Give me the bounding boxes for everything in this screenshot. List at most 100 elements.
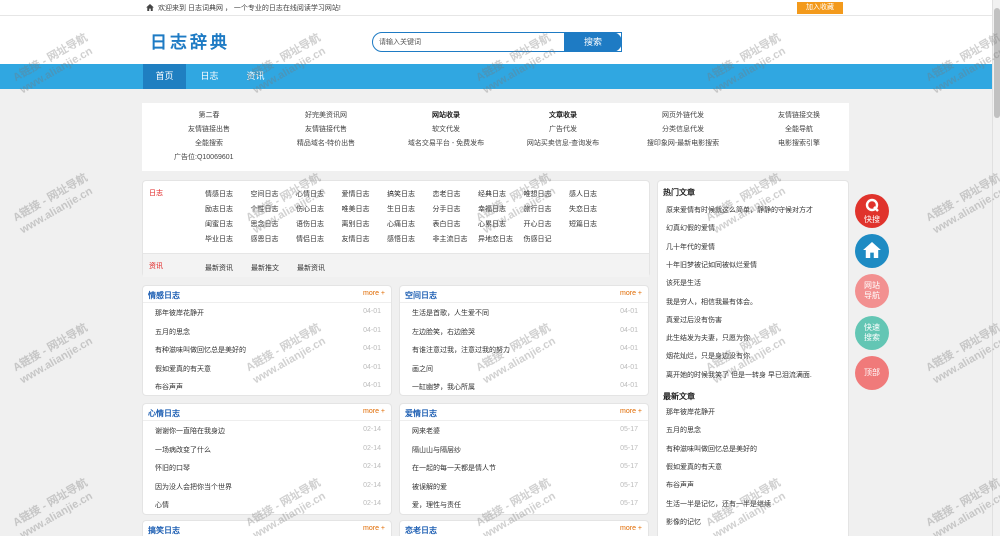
friend-link[interactable]: 网站买卖信息-查询发布 [527,138,599,148]
news-link[interactable]: 最新资讯 [297,263,325,273]
category-link[interactable]: 个性日志 [251,204,279,214]
friend-link[interactable]: 软文代发 [432,124,460,134]
box-title[interactable]: 空间日志 [405,290,437,301]
article-link[interactable]: 那年彼岸花静开 [155,310,204,317]
category-link[interactable]: 失恋日志 [569,204,597,214]
more-link[interactable]: more + [620,408,642,415]
nav-item-2[interactable]: 资讯 [233,64,278,89]
friend-link[interactable]: 精品域名-特价出售 [297,138,355,148]
friend-link[interactable]: 第二春 [199,110,220,120]
category-link[interactable]: 伤心日志 [296,204,324,214]
new-article-link[interactable]: 生活一半是记忆，还有一半是继续 [666,499,846,509]
hot-article-link[interactable]: 离开她的时候我笑了 但是一转身 早已泪流满面. [666,370,846,380]
category-link[interactable]: 伤感日记 [524,234,552,244]
float-button-0[interactable]: 快搜 [855,194,889,228]
article-link[interactable]: 布谷声声 [155,384,183,391]
article-link[interactable]: 一场病改变了什么 [155,447,211,454]
more-link[interactable]: more + [363,290,385,297]
category-link[interactable]: 语伤日志 [296,219,324,229]
article-link[interactable]: 左边脸笑，右边脸哭 [412,329,475,336]
more-link[interactable]: more + [363,408,385,415]
friend-link[interactable]: 广告位:Q10069601 [174,152,234,162]
category-link[interactable]: 爱情日志 [342,189,370,199]
category-link[interactable]: 唯想日志 [524,189,552,199]
category-link[interactable]: 空间日志 [251,189,279,199]
article-link[interactable]: 网来老婆 [412,428,440,435]
friend-link[interactable]: 文章收录 [549,110,577,120]
category-link[interactable]: 异地恋日志 [478,234,513,244]
article-link[interactable]: 怀旧的口琴 [155,465,190,472]
news-link[interactable]: 最新资讯 [205,263,233,273]
article-link[interactable]: 一缸幽梦，我心所属 [412,384,475,391]
category-link[interactable]: 离别日志 [342,219,370,229]
box-title[interactable]: 恋老日志 [405,525,437,536]
article-link[interactable]: 假如爱真的有天意 [155,366,211,373]
search-input[interactable] [379,36,559,49]
friend-link[interactable]: 全能导航 [785,124,813,134]
float-button-4[interactable]: 顶部 [855,356,889,390]
article-link[interactable]: 被误解的爱 [412,484,447,491]
friend-link[interactable]: 好完美资讯网 [305,110,347,120]
category-link[interactable]: 闺蜜日志 [205,219,233,229]
new-article-link[interactable]: 布谷声声 [666,480,846,490]
new-article-link[interactable]: 那年彼岸花静开 [666,407,846,417]
category-link[interactable]: 心痛日志 [387,219,415,229]
category-link[interactable]: 开心日志 [524,219,552,229]
more-link[interactable]: more + [620,290,642,297]
article-link[interactable]: 隔山山与隔层纱 [412,447,461,454]
category-link[interactable]: 非主流日志 [433,234,468,244]
category-link[interactable]: 情侣日志 [296,234,324,244]
hot-article-link[interactable]: 原来爱情有时候就这么简单，静静的守候对方才 [666,205,846,215]
category-link[interactable]: 励志日志 [205,204,233,214]
friend-link[interactable]: 广告代发 [549,124,577,134]
friend-link[interactable]: 网页外链代发 [662,110,704,120]
nav-item-1[interactable]: 日志 [188,64,231,89]
category-link[interactable]: 生日日志 [387,204,415,214]
category-link[interactable]: 情感日志 [205,189,233,199]
category-link[interactable]: 心累日志 [478,219,506,229]
hot-article-link[interactable]: 该死是生活 [666,278,846,288]
box-title[interactable]: 情感日志 [148,290,180,301]
category-link[interactable]: 旅行日志 [524,204,552,214]
scrollbar[interactable] [992,0,1000,536]
friend-link[interactable]: 搜印象网-最新电影搜索 [647,138,719,148]
category-link[interactable]: 心情日志 [296,189,324,199]
friend-link[interactable]: 友情链接代售 [305,124,347,134]
article-link[interactable]: 画之间 [412,366,433,373]
hot-article-link[interactable]: 烟花灿烂，只是身边没有你 [666,351,846,361]
article-link[interactable]: 心情 [155,502,169,509]
article-link[interactable]: 有谁注意过我，注意过我的努力 [412,347,510,354]
article-link[interactable]: 五月的思念 [155,329,190,336]
hot-article-link[interactable]: 几十年代的爱情 [666,242,846,252]
nav-item-0[interactable]: 首页 [143,64,186,89]
article-link[interactable]: 因为没人会把你当个世界 [155,484,232,491]
hot-article-link[interactable]: 十年旧梦被记如同被似烂爱情 [666,260,846,270]
article-link[interactable]: 爱，理性与责任 [412,502,461,509]
category-link[interactable]: 短篇日志 [569,219,597,229]
new-article-link[interactable]: 五月的思念 [666,425,846,435]
category-link[interactable]: 感人日志 [569,189,597,199]
site-logo[interactable]: 日志辞典 [150,28,230,53]
category-link[interactable]: 唯美日志 [342,204,370,214]
category-link[interactable]: 感悟日志 [387,234,415,244]
category-link[interactable]: 思念日志 [251,219,279,229]
hot-article-link[interactable]: 此生结发为夫妻，只愿为你 [666,333,846,343]
search-button[interactable]: 搜索 [564,32,622,52]
new-article-link[interactable]: 假如爱真的有天意 [666,462,846,472]
category-link[interactable]: 幸福日志 [478,204,506,214]
scrollbar-thumb[interactable] [994,8,1000,118]
friend-link[interactable]: 网站收录 [432,110,460,120]
article-link[interactable]: 有种滋味叫做回忆总是美好的 [155,347,246,354]
hot-article-link[interactable]: 我是穷人，相信我最有体会。 [666,297,846,307]
more-link[interactable]: more + [620,525,642,532]
friend-link[interactable]: 分类信息代发 [662,124,704,134]
friend-link[interactable]: 电影搜索引擎 [778,138,820,148]
hot-article-link[interactable]: 幻真幻假的爱情 [666,223,846,233]
category-link[interactable]: 友情日志 [342,234,370,244]
float-button-3[interactable]: 快速搜索 [855,316,889,350]
article-link[interactable]: 谢谢你一直陪在我身边 [155,428,225,435]
friend-link[interactable]: 全能搜索 [195,138,223,148]
new-article-link[interactable]: 影像的记忆 [666,517,846,527]
hot-article-link[interactable]: 真爱过后没有伤害 [666,315,846,325]
friend-link[interactable]: 友情链接出售 [188,124,230,134]
